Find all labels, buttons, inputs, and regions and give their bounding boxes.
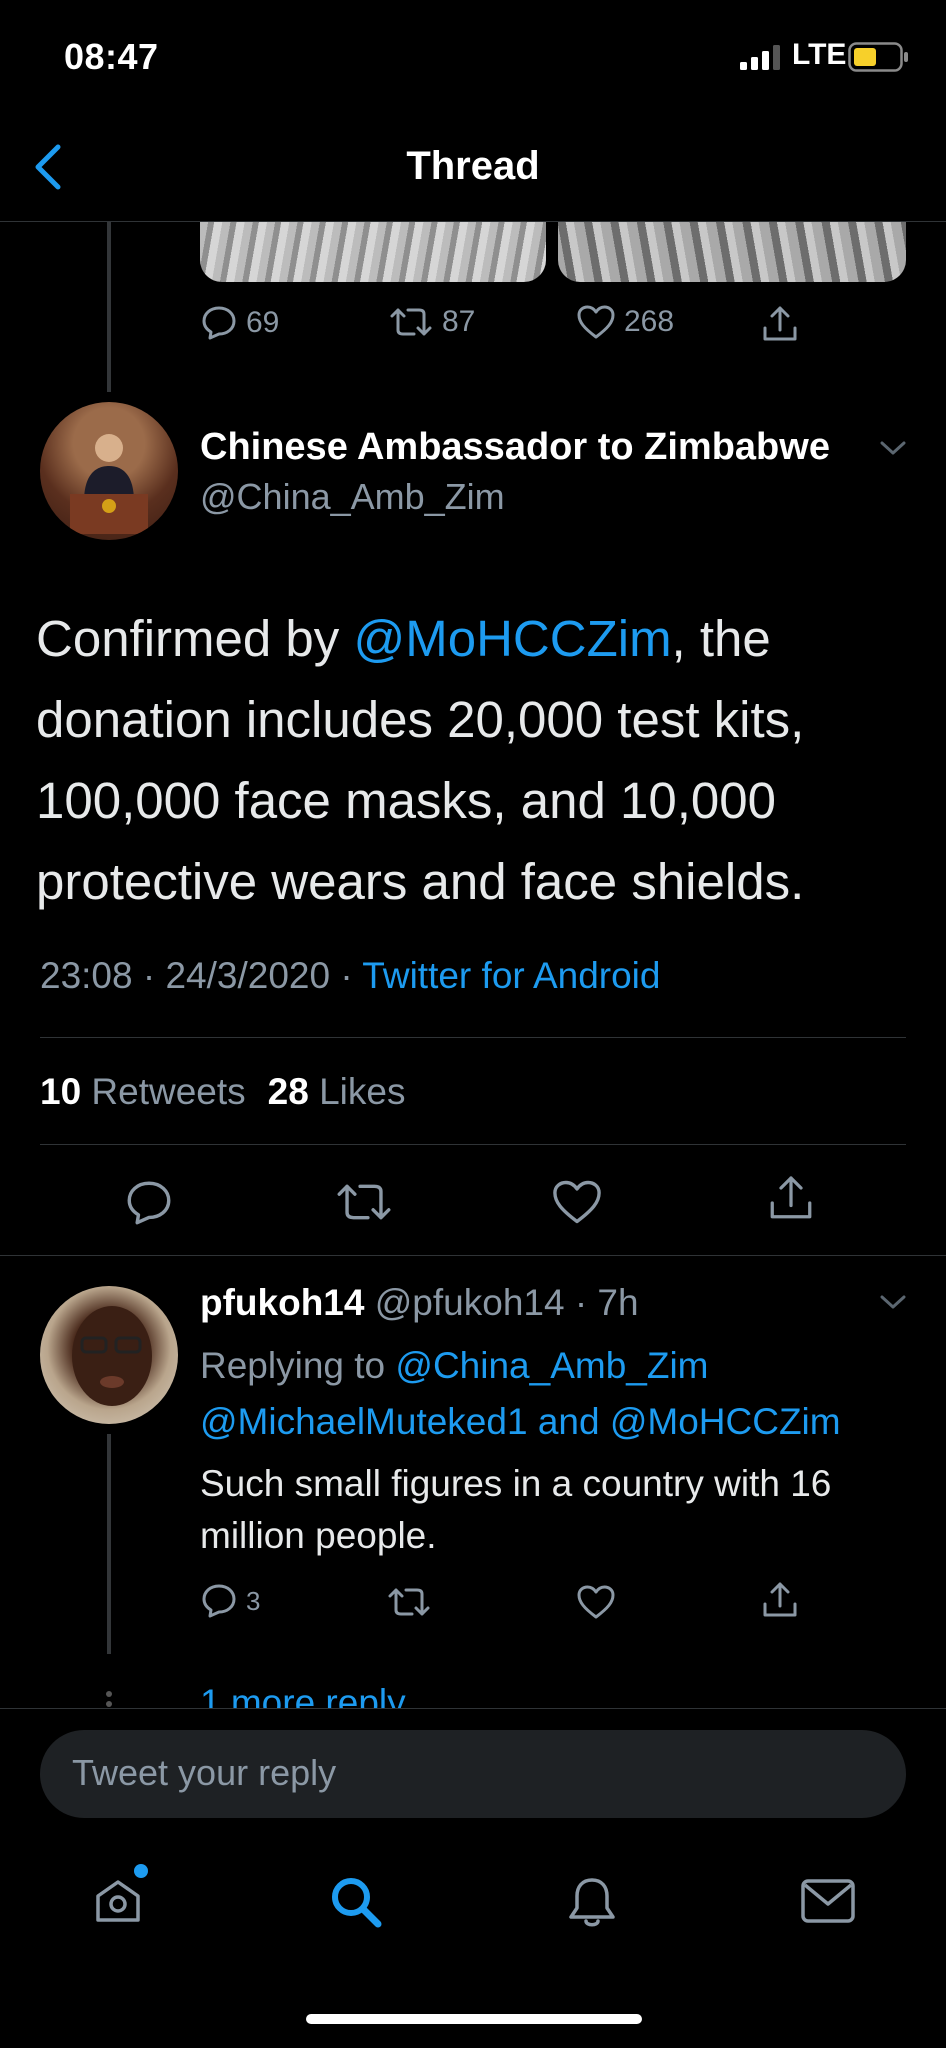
reply-button[interactable]: 3 [200,1582,260,1620]
divider [40,1144,906,1145]
new-content-indicator [134,1864,148,1878]
retweets-stat[interactable]: 10 Retweets [40,1071,246,1112]
likes-stat[interactable]: 28 Likes [268,1071,406,1112]
author-handle[interactable]: @China_Amb_Zim [200,476,505,518]
bell-icon [566,1874,618,1930]
tweet-media-image[interactable] [200,222,546,282]
like-count: 268 [624,305,675,338]
share-button[interactable] [760,1580,800,1620]
chevron-down-icon[interactable] [878,438,908,458]
reply-icon [124,1178,174,1228]
like-button[interactable] [576,1584,616,1620]
retweet-count: 87 [442,305,476,338]
reply-composer-input[interactable]: Tweet your reply [40,1730,906,1818]
page-title: Thread [406,144,540,188]
reply-icon [200,304,238,342]
retweet-icon [334,1178,394,1226]
divider [0,1708,946,1709]
share-icon [766,1172,816,1224]
network-label: LTE [792,38,847,71]
mail-icon [800,1878,856,1924]
status-time: 08:47 [64,36,159,77]
retweet-icon [386,1584,432,1620]
mention-link[interactable]: @MoHCCZim [353,610,671,667]
reply-author-name[interactable]: pfukoh14 [200,1282,364,1323]
home-indicator [306,2014,642,2024]
retweet-button[interactable]: 87 [388,304,475,340]
avatar[interactable] [40,402,178,540]
replying-to: Replying to @China_Amb_Zim @MichaelMuteke… [200,1338,920,1450]
reply-button[interactable]: 69 [200,304,279,342]
reply-count: 69 [246,306,280,339]
divider [0,1255,946,1256]
chevron-down-icon[interactable] [878,1292,908,1312]
thread-line [107,1434,111,1654]
tweet-meta: 23:08 · 24/3/2020 · Twitter for Android [40,955,660,997]
author-name[interactable]: Chinese Ambassador to Zimbabwe [200,426,830,469]
share-icon [760,1580,800,1620]
tweet-source-link[interactable]: Twitter for Android [362,955,660,996]
reply-icon [200,1582,238,1620]
like-button[interactable]: 268 [576,304,674,340]
tab-home[interactable] [92,1874,144,1926]
tab-messages[interactable] [800,1878,856,1924]
share-button[interactable] [766,1172,816,1224]
replying-to-label: Replying to [200,1345,396,1386]
engagement-stats: 10 Retweets 28 Likes [40,1071,405,1113]
mention-link[interactable]: @China_Amb_Zim [395,1345,708,1386]
home-icon [92,1874,144,1926]
tweet-text: Confirmed by @MoHCCZim, the donation inc… [36,598,916,922]
reply-count: 3 [246,1585,261,1616]
tab-notifications[interactable] [566,1874,618,1930]
battery-icon [848,42,910,72]
reply-author-handle[interactable]: @pfukoh14 · 7h [364,1282,639,1323]
retweet-button[interactable] [334,1178,394,1226]
share-button[interactable] [760,304,800,344]
like-button[interactable] [551,1178,603,1226]
signal-icon [740,44,784,70]
reply-text: Such small figures in a country with 16 … [200,1463,832,1556]
heart-icon [576,1584,616,1620]
reply-button[interactable] [124,1178,174,1228]
tweet-media-image[interactable] [558,222,906,282]
thread-line [107,222,111,392]
tab-search[interactable] [328,1874,384,1930]
search-icon [328,1874,384,1930]
retweet-icon [388,304,434,340]
mention-link[interactable]: @MichaelMuteked1 and @MoHCCZim [200,1401,841,1442]
retweet-button[interactable] [386,1584,432,1620]
divider [40,1037,906,1038]
heart-icon [576,304,616,340]
share-icon [760,304,800,344]
reply-header: pfukoh14 @pfukoh14 · 7h [200,1282,639,1324]
tweet-text-prefix: Confirmed by [36,610,354,667]
heart-icon [551,1178,603,1226]
avatar[interactable] [40,1286,178,1424]
tweet-timestamp: 23:08 · 24/3/2020 · [40,955,363,996]
